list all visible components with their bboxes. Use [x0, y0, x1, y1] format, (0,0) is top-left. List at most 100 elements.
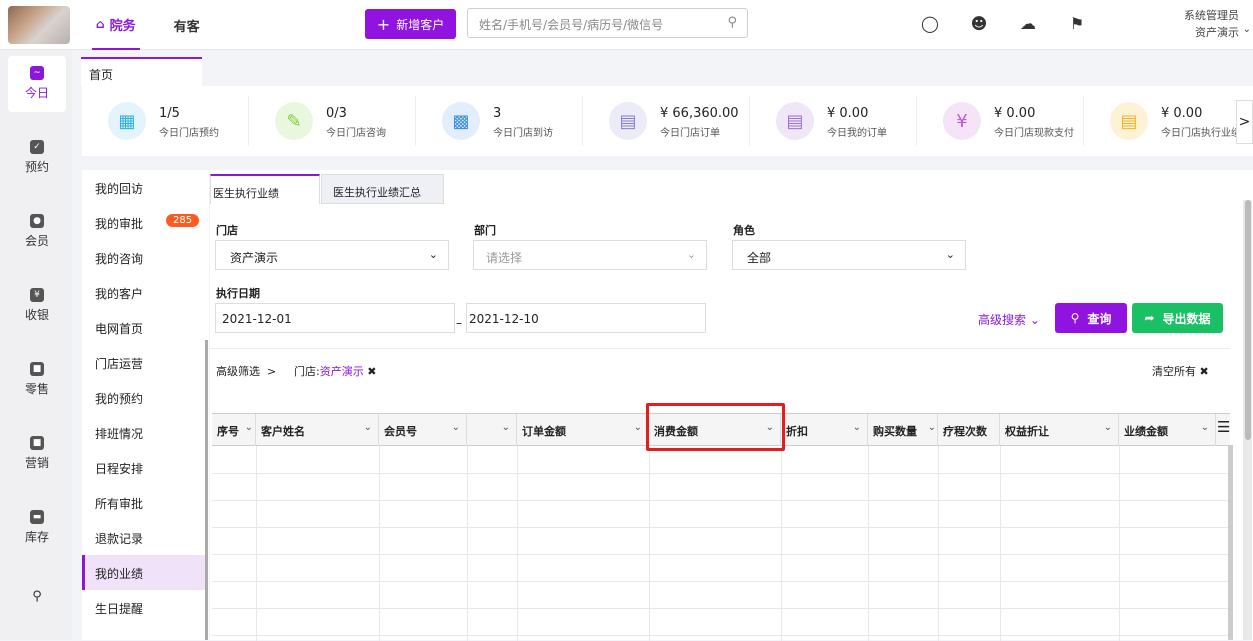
- user-store: 资产演示: [1195, 26, 1239, 39]
- column-menu-icon[interactable]: ☰: [1217, 418, 1230, 436]
- chevron-down-icon: ⌄: [945, 248, 955, 261]
- submenu-item-schedule[interactable]: 排班情况: [82, 415, 208, 450]
- submenu-item-customers[interactable]: 我的客户: [82, 275, 208, 310]
- chevron-right-icon[interactable]: >: [1236, 100, 1253, 144]
- bell-icon[interactable]: ⚑: [1067, 14, 1087, 34]
- date-to-input[interactable]: 2021-12-10: [466, 303, 706, 333]
- tab-doctor-summary[interactable]: 医生执行业绩汇总: [321, 174, 444, 204]
- chevron-down-icon: ⌄: [633, 422, 642, 433]
- page-tab-strip: 首页: [72, 50, 1253, 86]
- col-header-performance-amount[interactable]: 业绩金额 ⌄: [1119, 414, 1216, 446]
- leftnav-item-member[interactable]: ● 会员: [8, 204, 66, 260]
- submenu-item-my-booking[interactable]: 我的预约: [82, 380, 208, 415]
- yen-icon: ¥: [30, 288, 44, 302]
- topnav-item-youke[interactable]: 有客: [170, 0, 204, 50]
- top-nav: ⌂ 院务 有客: [92, 0, 234, 50]
- grid-scrollbar[interactable]: [1228, 445, 1233, 640]
- export-button[interactable]: ➦ 导出数据: [1132, 303, 1223, 333]
- chevron-down-icon: ⌄: [1103, 422, 1112, 433]
- submenu-item-birthday[interactable]: 生日提醒: [82, 590, 208, 625]
- submenu-item-revisit[interactable]: 我的回访: [82, 170, 208, 205]
- store-select[interactable]: 资产演示 ⌄: [215, 240, 449, 270]
- chevron-down-icon: ⌄: [927, 422, 936, 433]
- stat-consults[interactable]: ✎ 0/3 今日门店咨询: [249, 86, 416, 156]
- close-icon[interactable]: ✖: [367, 365, 376, 378]
- box-icon: ▬: [30, 510, 44, 524]
- leftnav-item-inventory[interactable]: ▬ 库存: [8, 500, 66, 556]
- tab-home[interactable]: 首页: [81, 57, 202, 86]
- chat-icon[interactable]: ◯: [920, 14, 940, 34]
- search-input[interactable]: 姓名/手机号/会员号/病历号/微信号 ⚲: [467, 8, 748, 38]
- top-bar: ⌂ 院务 有客 + 新增客户 姓名/手机号/会员号/病历号/微信号 ⚲ ◯ ☻ …: [0, 0, 1253, 50]
- flag-icon: ■: [30, 436, 44, 450]
- submenu-item-my-performance[interactable]: 我的业绩: [82, 555, 208, 590]
- submenu-item-refunds[interactable]: 退款记录: [82, 520, 208, 555]
- submenu-item-agenda[interactable]: 日程安排: [82, 450, 208, 485]
- stat-cash-payment[interactable]: ¥ ¥ 0.00 今日门店现款支付: [917, 86, 1084, 156]
- role-select[interactable]: 全部 ⌄: [732, 240, 966, 270]
- role-label: 角色: [733, 224, 755, 237]
- leftnav-item-booking[interactable]: ✓ 预约: [8, 130, 66, 186]
- calendar-icon: ▦: [108, 102, 146, 140]
- receipt-icon: ▤: [776, 102, 814, 140]
- submenu-item-grid-home[interactable]: 电网首页: [82, 310, 208, 345]
- query-button[interactable]: ⚲ 查询: [1055, 303, 1127, 333]
- left-nav: ~ 今日 ✓ 预约 ● 会员 ¥ 收银 ■ 零售 ■ 营销 ▬ 库存 ⚲: [0, 50, 72, 640]
- submenu-item-store-ops[interactable]: 门店运营: [82, 345, 208, 380]
- leftnav-item-retail[interactable]: ■ 零售: [8, 352, 66, 408]
- chevron-down-icon: ⌄: [1242, 24, 1251, 35]
- advanced-filter-label[interactable]: 高级筛选 >: [216, 363, 276, 379]
- user-name: 系统管理员: [1184, 9, 1239, 22]
- date-from-input[interactable]: 2021-12-01: [215, 303, 455, 333]
- search-placeholder: 姓名/手机号/会员号/病历号/微信号: [479, 18, 664, 32]
- search-icon[interactable]: ⚲: [727, 15, 737, 30]
- topnav-item-yuanwu[interactable]: ⌂ 院务: [92, 0, 140, 50]
- col-header-rights-discount[interactable]: 权益折让 ⌄: [1000, 414, 1119, 446]
- filter-chip-store[interactable]: 门店:资产演示 ✖: [294, 363, 376, 379]
- col-header-order-amount[interactable]: 订单金额 ⌄: [517, 414, 649, 446]
- col-header-index[interactable]: 序号 ⌄: [212, 414, 256, 446]
- cloud-icon[interactable]: ☁: [1018, 14, 1038, 34]
- user-icon[interactable]: ☻: [969, 14, 989, 34]
- submenu-scrollbar[interactable]: [205, 340, 208, 640]
- chevron-down-icon: ⌄: [1200, 422, 1209, 433]
- chevron-down-icon: ⌄: [244, 422, 253, 433]
- share-icon: ➦: [1144, 311, 1155, 325]
- chevron-down-icon: ⌄: [686, 248, 696, 261]
- chevron-down-icon: ⌄: [363, 422, 372, 433]
- col-header-purchase-qty[interactable]: 购买数量 ⌄: [868, 414, 938, 446]
- submenu-item-consult[interactable]: 我的咨询: [82, 240, 208, 275]
- col-header-blank[interactable]: ⌄: [467, 414, 517, 446]
- col-header-member-no[interactable]: 会员号 ⌄: [379, 414, 467, 446]
- stat-store-orders[interactable]: ▤ ¥ 66,360.00 今日门店订单: [583, 86, 750, 156]
- stat-my-orders[interactable]: ▤ ¥ 0.00 今日我的订单: [750, 86, 917, 156]
- dept-label: 部门: [474, 224, 496, 237]
- submenu-item-all-approvals[interactable]: 所有审批: [82, 485, 208, 520]
- main-scrollbar[interactable]: [1245, 200, 1251, 440]
- stat-execution[interactable]: ▤ ¥ 0.00 今日门店执行业绩: [1084, 86, 1251, 156]
- order-icon: ▤: [609, 102, 647, 140]
- sub-menu: 我的回访 我的审批 285 我的咨询 我的客户 电网首页 门店运营 我的预约 排…: [82, 170, 209, 640]
- clear-all-button[interactable]: 清空所有 ✖: [1152, 363, 1209, 379]
- leftnav-item-today[interactable]: ~ 今日: [8, 56, 66, 112]
- col-header-customer-name[interactable]: 客户姓名 ⌄: [256, 414, 379, 446]
- leftnav-item-marketing[interactable]: ■ 营销: [8, 426, 66, 482]
- stat-visits[interactable]: ▩ 3 今日门店到访: [416, 86, 583, 156]
- top-icons: ◯ ☻ ☁ ⚑: [920, 14, 1116, 34]
- new-customer-button[interactable]: + 新增客户: [365, 9, 456, 39]
- data-grid: 序号 ⌄ 客户姓名 ⌄ 会员号 ⌄ ⌄ 订单金额 ⌄ 消费金额 ⌄ 折扣 ⌄ 购买数量 ⌄ 疗…: [212, 403, 1230, 641]
- user-menu[interactable]: 系统管理员 资产演示 ⌄: [1184, 7, 1251, 41]
- chart-icon: ~: [30, 66, 44, 80]
- chevron-down-icon: ⌄: [501, 422, 510, 433]
- leftnav-item-search[interactable]: ⚲: [8, 580, 66, 636]
- col-header-discount[interactable]: 折扣 ⌄: [781, 414, 868, 446]
- stat-appointments[interactable]: ▦ 1/5 今日门店预约: [82, 86, 249, 156]
- submenu-item-approval[interactable]: 我的审批 285: [82, 205, 208, 240]
- leftnav-item-cashier[interactable]: ¥ 收银: [8, 278, 66, 334]
- dept-select[interactable]: 请选择 ⌄: [473, 240, 707, 270]
- tab-doctor-performance[interactable]: 医生执行业绩: [210, 174, 320, 204]
- chevron-down-icon: ⌄: [1029, 313, 1040, 327]
- chevron-down-icon: ⌄: [451, 422, 460, 433]
- col-header-course-count[interactable]: 疗程次数: [938, 414, 1000, 446]
- advanced-search-link[interactable]: 高级搜索 ⌄: [978, 311, 1040, 328]
